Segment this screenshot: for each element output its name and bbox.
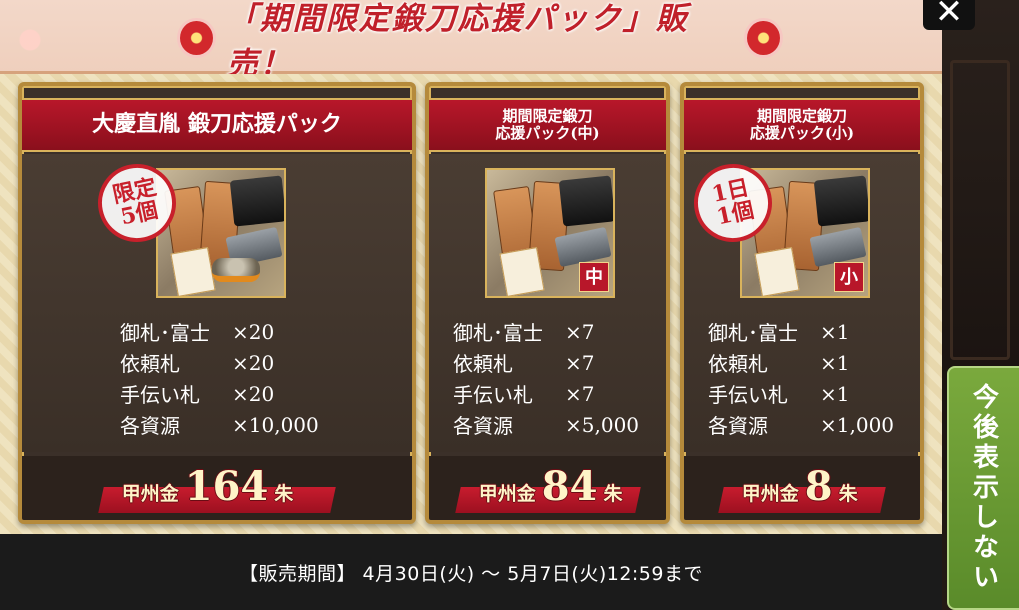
price-bar: 甲州金 8 朱	[684, 456, 920, 520]
item-name: 依頼札	[120, 352, 180, 376]
price-unit: 朱	[838, 483, 858, 505]
buy-button[interactable]: 甲州金 84 朱	[454, 463, 641, 513]
item-qty: ×1	[820, 319, 850, 344]
sale-popup: 「期間限定鍛刀応援パック」販売！ 大慶直胤 鍛刀応援パック 限定 5個 御札･富…	[0, 0, 942, 610]
price-unit: 朱	[602, 483, 622, 505]
background-frame	[950, 60, 1010, 360]
price-prefix: 甲州金	[478, 483, 536, 505]
pack-items-image: 中	[485, 168, 615, 298]
pack-title: 期間限定鍛刀 応援パック(小)	[684, 98, 920, 152]
tamahagane-icon	[813, 175, 868, 227]
price-value: 84	[541, 463, 597, 510]
item-name: 御札･富士	[120, 321, 210, 345]
item-qty: ×10,000	[232, 412, 319, 437]
price-bar: 甲州金 164 朱	[22, 456, 412, 520]
price-unit: 朱	[274, 483, 294, 505]
price-bar: 甲州金 84 朱	[429, 456, 666, 520]
list-item: 手伝い札 ×7	[429, 378, 666, 409]
item-name: 依頼札	[708, 352, 768, 376]
close-button[interactable]: ✕	[923, 0, 975, 30]
size-badge: 中	[579, 262, 609, 292]
list-item: 各資源 ×10,000	[22, 409, 412, 440]
item-qty: ×1	[820, 350, 850, 375]
do-not-show-again-button[interactable]: 今後表示しない	[947, 366, 1019, 610]
price-label: 甲州金 164 朱	[121, 463, 294, 510]
plum-blossom-icon	[747, 21, 780, 55]
list-item: 依頼札 ×20	[22, 347, 412, 378]
item-qty: ×5,000	[565, 412, 640, 437]
list-item: 依頼札 ×7	[429, 347, 666, 378]
item-qty: ×7	[565, 319, 595, 344]
tamahagane-icon	[229, 175, 284, 227]
fuji-charm-icon	[499, 247, 545, 296]
list-item: 手伝い札 ×20	[22, 378, 412, 409]
popup-title: 「期間限定鍛刀応援パック」販売！	[226, 1, 689, 82]
list-item: 御札･富士 ×20	[22, 316, 412, 347]
item-name: 依頼札	[453, 352, 513, 376]
pack-contents: 御札･富士 ×20 依頼札 ×20 手伝い札 ×20 各資源 ×10,000	[22, 316, 412, 440]
fuji-charm-icon	[754, 247, 800, 296]
pack-card-small[interactable]: 期間限定鍛刀 応援パック(小) 小 1日 1個 御札･富士 ×1 依頼札 ×1 …	[680, 82, 924, 524]
plum-blossom-icon	[180, 21, 213, 55]
sale-period-text: 【販売期間】 4月30日(火) 〜 5月7日(火)12:59まで	[239, 562, 703, 585]
item-qty: ×1	[820, 381, 850, 406]
item-qty: ×1,000	[820, 412, 895, 437]
item-name: 手伝い札	[708, 383, 788, 407]
item-qty: ×7	[565, 350, 595, 375]
pack-card-naotane[interactable]: 大慶直胤 鍛刀応援パック 限定 5個 御札･富士 ×20 依頼札 ×20 手伝い…	[18, 82, 416, 524]
price-prefix: 甲州金	[121, 483, 179, 505]
pack-contents: 御札･富士 ×7 依頼札 ×7 手伝い札 ×7 各資源 ×5,000	[429, 316, 666, 440]
item-qty: ×7	[565, 381, 595, 406]
item-name: 各資源	[708, 414, 768, 438]
pack-title: 期間限定鍛刀 応援パック(中)	[429, 98, 666, 152]
item-name: 手伝い札	[453, 383, 533, 407]
header-title-wrap: 「期間限定鍛刀応援パック」販売！	[180, 1, 780, 82]
tamahagane-icon	[558, 175, 613, 227]
price-prefix: 甲州金	[741, 483, 799, 505]
list-item: 各資源 ×5,000	[429, 409, 666, 440]
item-name: 手伝い札	[120, 383, 200, 407]
price-value: 8	[804, 463, 833, 510]
pack-card-medium[interactable]: 期間限定鍛刀 応援パック(中) 中 御札･富士 ×7 依頼札 ×7 手伝い札 ×…	[425, 82, 670, 524]
buy-button[interactable]: 甲州金 164 朱	[98, 463, 336, 513]
pack-items-image	[156, 168, 286, 298]
fuji-charm-icon	[170, 247, 216, 296]
item-qty: ×20	[232, 350, 275, 375]
item-name: 御札･富士	[453, 321, 543, 345]
price-value: 164	[184, 463, 269, 510]
item-qty: ×20	[232, 381, 275, 406]
sale-period-bar: 【販売期間】 4月30日(火) 〜 5月7日(火)12:59まで	[0, 534, 942, 610]
item-qty: ×20	[232, 319, 275, 344]
list-item: 手伝い札 ×1	[684, 378, 920, 409]
item-name: 各資源	[453, 414, 513, 438]
popup-header: 「期間限定鍛刀応援パック」販売！	[0, 0, 942, 82]
list-item: 依頼札 ×1	[684, 347, 920, 378]
pack-title: 大慶直胤 鍛刀応援パック	[22, 98, 412, 152]
price-label: 甲州金 8 朱	[741, 463, 858, 510]
list-item: 御札･富士 ×7	[429, 316, 666, 347]
ore-icon	[212, 258, 260, 282]
item-name: 御札･富士	[708, 321, 798, 345]
buy-button[interactable]: 甲州金 8 朱	[718, 463, 886, 513]
pack-contents: 御札･富士 ×1 依頼札 ×1 手伝い札 ×1 各資源 ×1,000	[684, 316, 920, 440]
item-name: 各資源	[120, 414, 180, 438]
list-item: 各資源 ×1,000	[684, 409, 920, 440]
price-label: 甲州金 84 朱	[478, 463, 622, 510]
size-badge: 小	[834, 262, 864, 292]
list-item: 御札･富士 ×1	[684, 316, 920, 347]
